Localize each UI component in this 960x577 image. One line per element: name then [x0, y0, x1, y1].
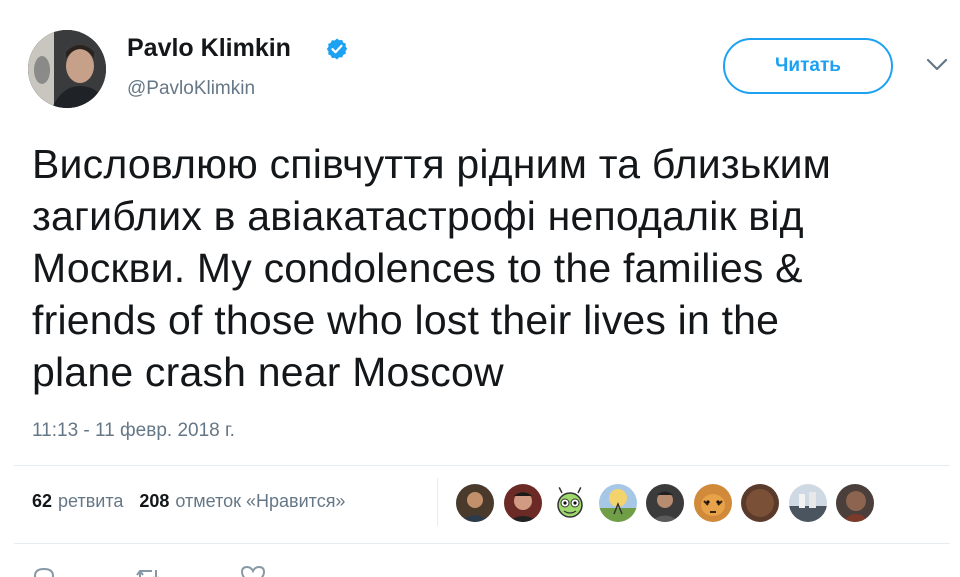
retweets-label: ретвита [58, 491, 124, 511]
retweets-stat[interactable]: 62 ретвита [32, 491, 123, 512]
tweet-timestamp[interactable]: 11:13 - 11 февр. 2018 г. [32, 420, 235, 442]
stats-separator [437, 478, 438, 526]
divider [14, 465, 950, 466]
liker-avatar-9[interactable] [836, 484, 874, 522]
retweet-icon [136, 570, 159, 577]
liker-avatar-5[interactable] [646, 484, 684, 522]
likes-stat[interactable]: 208 отметок «Нравится» [139, 491, 345, 512]
liker-avatar-4[interactable] [598, 484, 637, 522]
follow-button[interactable]: Читать [723, 38, 893, 94]
liker-avatar-8[interactable] [788, 484, 827, 522]
author-avatar[interactable] [28, 30, 106, 108]
likers-avatars [456, 484, 884, 522]
tweet-stats: 62 ретвита 208 отметок «Нравится» [32, 491, 345, 512]
reply-button[interactable] [32, 566, 64, 577]
liker-avatar-1[interactable] [456, 484, 494, 522]
tweet-text: Висловлюю співчуття рідним та близьким з… [32, 141, 832, 395]
tweet-actions [32, 566, 344, 577]
retweets-count: 62 [32, 491, 53, 511]
heart-icon [240, 566, 266, 577]
liker-avatar-6[interactable] [693, 484, 732, 522]
reply-icon [33, 567, 55, 577]
likes-count: 208 [139, 491, 170, 511]
liker-avatar-3[interactable] [551, 484, 589, 522]
author-name[interactable]: Pavlo Klimkin [127, 36, 291, 61]
divider [14, 543, 950, 544]
likes-label: отметок «Нравится» [175, 491, 346, 511]
liker-avatar-2[interactable] [503, 484, 542, 522]
author-handle[interactable]: @PavloKlimkin [127, 79, 255, 98]
verified-badge-icon [326, 38, 348, 60]
retweet-button[interactable] [134, 566, 170, 577]
like-button[interactable] [240, 566, 274, 577]
liker-avatar-7[interactable] [741, 484, 779, 522]
chevron-down-icon[interactable] [926, 58, 948, 72]
